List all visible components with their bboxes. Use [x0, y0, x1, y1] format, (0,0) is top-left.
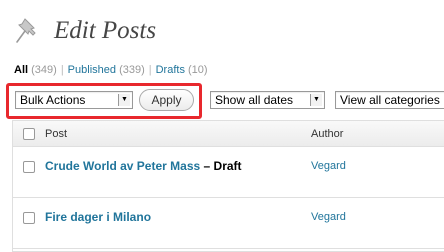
filter-drafts-count: (10): [188, 64, 208, 76]
post-status-filters: All (349) | Published (339) | Drafts (10): [14, 64, 208, 76]
post-title-link[interactable]: Fire dager i Milano: [45, 210, 151, 224]
filter-all-link[interactable]: All: [14, 64, 28, 76]
row-checkbox[interactable]: [23, 161, 35, 173]
table-row: Fire dager i Milano Vegard: [13, 198, 444, 249]
posts-table: Post Author Crude World av Peter Mass – …: [12, 120, 444, 252]
dropdown-arrow-icon: ▼: [310, 94, 322, 106]
page-title: Edit Posts: [54, 17, 157, 44]
apply-button[interactable]: Apply: [139, 89, 194, 111]
bulk-actions-value: Bulk Actions: [20, 93, 86, 107]
post-author-link[interactable]: Vegard: [311, 211, 346, 223]
bulk-actions-select[interactable]: Bulk Actions ▼: [15, 91, 133, 109]
filter-separator: |: [60, 64, 64, 76]
page-header: Edit Posts: [14, 14, 156, 48]
filter-published-link[interactable]: Published: [68, 64, 116, 76]
categories-filter-select[interactable]: View all categories: [335, 91, 444, 109]
dates-filter-select[interactable]: Show all dates ▼: [210, 91, 325, 109]
row-checkbox[interactable]: [23, 212, 35, 224]
post-state: – Draft: [203, 159, 242, 173]
column-header-post[interactable]: Post: [45, 128, 67, 140]
table-row: Crude World av Peter Mass – Draft Vegard: [13, 147, 444, 198]
select-all-checkbox[interactable]: [23, 128, 35, 140]
dropdown-arrow-icon: ▼: [118, 94, 130, 106]
post-author-link[interactable]: Vegard: [311, 160, 346, 172]
filter-separator: |: [148, 64, 152, 76]
column-header-author[interactable]: Author: [311, 128, 343, 140]
filter-published-count: (339): [119, 64, 145, 76]
filter-all-count: (349): [31, 64, 57, 76]
categories-filter-value: View all categories: [340, 93, 440, 107]
table-header: Post Author: [13, 121, 444, 147]
post-title-link[interactable]: Crude World av Peter Mass – Draft: [45, 159, 242, 173]
filter-drafts-link[interactable]: Drafts: [156, 64, 185, 76]
pushpin-icon: [16, 18, 36, 43]
dates-filter-value: Show all dates: [215, 93, 294, 107]
